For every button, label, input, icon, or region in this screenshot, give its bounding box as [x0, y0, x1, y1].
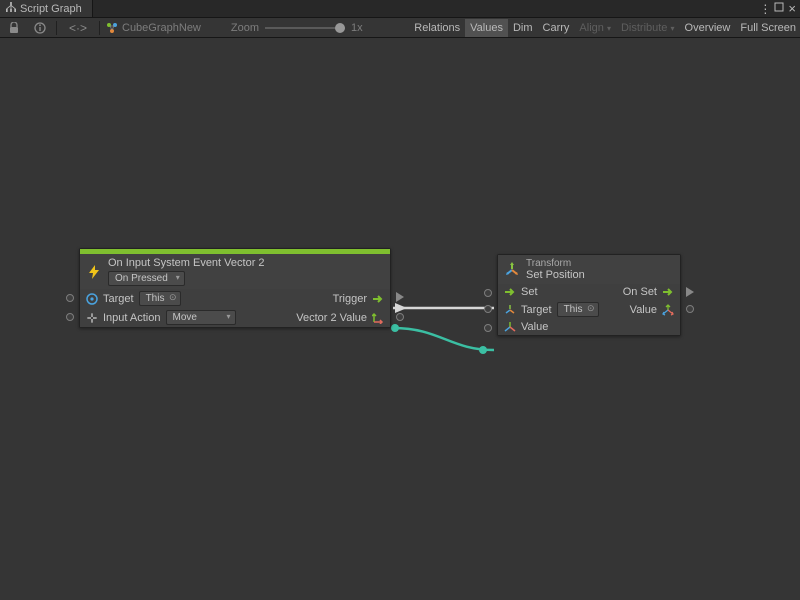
lightning-icon — [86, 264, 102, 280]
window-close-icon[interactable]: × — [788, 1, 796, 16]
port-input-action-in[interactable] — [66, 313, 74, 321]
port-onset-out[interactable] — [686, 287, 694, 297]
target-dropdown[interactable]: This — [557, 302, 600, 317]
toolbar-overview[interactable]: Overview — [680, 19, 736, 37]
value-in-label: Value — [521, 321, 548, 333]
port-trigger-out[interactable] — [396, 292, 404, 302]
node-on-input-event[interactable]: On Input System Event Vector 2 On Presse… — [79, 248, 391, 328]
toolbar-carry[interactable]: Carry — [538, 19, 575, 37]
vector3-icon — [504, 321, 516, 333]
flow-out-icon — [372, 293, 384, 305]
target-label: Target — [521, 304, 552, 316]
value-out-label: Value — [630, 304, 657, 316]
breadcrumb-label: CubeGraphNew — [122, 22, 201, 34]
wire-vector2 — [393, 328, 494, 350]
port-target-in[interactable] — [66, 294, 74, 302]
toolbar-relations[interactable]: Relations — [409, 19, 465, 37]
port-vector2-out[interactable] — [396, 313, 404, 321]
set-in-label: Set — [521, 286, 538, 298]
vector2-icon — [372, 312, 384, 324]
node-set-position[interactable]: Transform Set Position Set On Set — [497, 254, 681, 336]
vector3-icon — [662, 304, 674, 316]
window-tab[interactable]: Script Graph — [0, 0, 93, 17]
graph-icon — [6, 2, 16, 15]
toolbar-dim[interactable]: Dim — [508, 19, 538, 37]
trigger-out-label: Trigger — [333, 293, 367, 305]
onset-out-label: On Set — [623, 286, 657, 298]
toolbar-distribute[interactable]: Distribute ▾ — [616, 19, 680, 37]
flow-out-icon — [662, 286, 674, 298]
chevron-down-icon: ▾ — [671, 24, 675, 33]
trigger-mode-dropdown[interactable]: On Pressed — [108, 271, 185, 286]
port-value-in[interactable] — [484, 324, 492, 332]
target-dropdown[interactable]: This — [139, 291, 182, 306]
transform-icon — [504, 262, 520, 278]
window-menu-icon[interactable]: ⋮ — [759, 2, 770, 16]
toolbar-fullscreen[interactable]: Full Screen — [735, 19, 796, 37]
window-maximize-icon[interactable] — [774, 2, 784, 15]
info-button[interactable] — [30, 20, 50, 36]
chevron-down-icon: ▾ — [607, 24, 611, 33]
zoom-slider[interactable] — [265, 27, 345, 29]
vector2-out-label: Vector 2 Value — [296, 312, 367, 324]
target-label: Target — [103, 293, 134, 305]
zoom-value: 1x — [351, 22, 363, 34]
port-target-in[interactable] — [484, 305, 492, 313]
node-title: Set Position — [526, 269, 585, 281]
toolbar-align[interactable]: Align ▾ — [574, 19, 616, 37]
graph-asset-icon — [106, 22, 118, 34]
variables-button[interactable]: <·> — [63, 20, 93, 36]
zoom-handle[interactable] — [335, 23, 345, 33]
tab-title: Script Graph — [20, 3, 82, 15]
node-category: Transform — [526, 258, 585, 269]
graph-canvas[interactable]: On Input System Event Vector 2 On Presse… — [0, 38, 800, 600]
port-set-in[interactable] — [484, 289, 492, 297]
flow-in-icon — [504, 286, 516, 298]
breadcrumb[interactable]: CubeGraphNew — [106, 22, 201, 34]
transform-icon — [504, 304, 516, 316]
input-action-label: Input Action — [103, 312, 161, 324]
input-action-icon — [86, 312, 98, 324]
port-value-out[interactable] — [686, 305, 694, 313]
target-icon — [86, 293, 98, 305]
input-action-dropdown[interactable]: Move — [166, 310, 236, 325]
node-title: On Input System Event Vector 2 — [108, 257, 265, 269]
toolbar-values[interactable]: Values — [465, 19, 508, 37]
lock-button[interactable] — [4, 20, 24, 36]
zoom-label: Zoom — [231, 22, 259, 34]
